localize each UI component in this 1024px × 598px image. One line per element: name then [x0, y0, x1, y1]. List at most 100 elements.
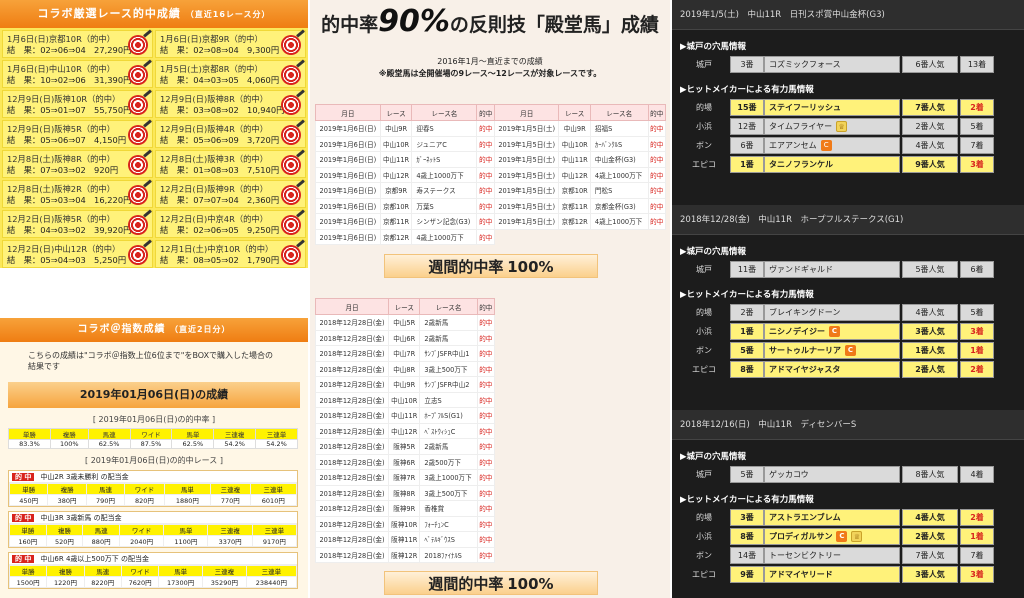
hit-card[interactable]: 12月8日(土)阪神8R（的中）結 果：07⇒03⇒02 920円	[2, 150, 153, 178]
hit-cell: 的中	[476, 345, 496, 362]
payout-header: 単勝	[9, 524, 47, 536]
finish: 5着	[960, 304, 994, 321]
table-header-row: 月日 レース レース名 的中	[315, 104, 495, 121]
payout-header-row: 単勝 複勝 馬連 ワイド 馬単 三連複 三連単	[8, 483, 298, 495]
tipster-label: 的場	[678, 304, 730, 321]
payout-value: 1100円	[163, 535, 209, 547]
race-header[interactable]: 2019年1/5(土) 中山11R 日刊スポ賞中山金杯(G3)	[672, 0, 1024, 30]
table-row: 2019年1月6日(日) 京都10R 万葉S 的中	[315, 197, 495, 214]
race-payout: 的 中中山2R 3歳未勝利 の配当金 単勝 複勝 馬連 ワイド 馬単 三連複 三連単 450円 3…	[8, 470, 298, 507]
date-cell: 2019年1月5日(土)	[493, 166, 560, 183]
race-name-cell: 2歳新馬	[419, 314, 478, 331]
race-header[interactable]: 2018年12/16(日) 中山11R ディセンバーS	[672, 410, 1024, 440]
hit-cell: 的中	[476, 120, 495, 137]
tipster-label: 城戸	[678, 261, 730, 278]
table-header-row: 月日 レース レース名 的中	[493, 104, 667, 121]
ana-title: ▶城戸の穴馬情報	[680, 247, 747, 257]
rate-value: 83.3%	[8, 439, 51, 449]
table-row: 2019年1月5日(土) 中山10R ｶｰﾊﾞﾝｸﾙS 的中	[493, 135, 667, 152]
hit-card[interactable]: 12月9日(日)阪神5R（的中）結 果：05⇒06⇒07 4,150円	[2, 120, 153, 148]
hit-result: 結 果：07⇒03⇒02 920円	[7, 165, 119, 175]
date-cell: 2018年12月28日(金)	[314, 515, 390, 532]
payout-header: 複勝	[45, 524, 84, 536]
date-cell: 2018年12月28日(金)	[314, 314, 390, 331]
tip-row: ボン 5番 サートゥルナーリア C 1番人気 1着	[678, 342, 1018, 359]
horse-number: 1番	[730, 156, 764, 173]
hit-card[interactable]: 12月8日(土)阪神2R（的中）結 果：05⇒03⇒04 16,220円	[2, 180, 153, 208]
hit-cell: 的中	[476, 546, 496, 563]
horse-name-text: サートゥルナーリア	[769, 346, 841, 355]
hit-tag: 的 中	[12, 473, 35, 481]
table-row: 2019年1月6日(日) 京都11R シンザン記念(G3) 的中	[315, 213, 495, 230]
hit-title: 12月8日(土)阪神2R（的中）	[7, 184, 116, 194]
results-table-dec28: 月日 レース レース名 的中 2018年12月28日(金) 中山5R 2歳新馬 的中 2018年…	[314, 298, 496, 563]
hit-card[interactable]: 1月6日(日)中山10R（的中）結 果：10⇒02⇒06 31,390円	[2, 60, 153, 88]
hit-title: 12月9日(日)阪神5R（的中）	[7, 124, 116, 134]
hits-header-sub: （直近16レース分）	[185, 10, 271, 19]
payout-header: 馬連	[82, 524, 120, 536]
table-row: 2018年12月28日(金) 阪神7R 3歳上1000万下 的中	[314, 469, 496, 486]
finish: 2着	[960, 509, 994, 526]
table-header: レース	[558, 104, 591, 121]
horse-name: ゲッカコウ	[764, 466, 900, 483]
race-payout: 的 中中山6R 4歳以上500万下 の配当金 単勝 複勝 馬連 ワイド 馬単 三連複 三連単 1…	[8, 552, 298, 589]
horse-number: 3番	[730, 56, 764, 73]
hit-card[interactable]: 12月1日(土)中京10R（的中）結 果：08⇒05⇒02 1,790円	[155, 240, 306, 268]
rate-value: 62.5%	[171, 439, 215, 449]
finish: 1着	[960, 528, 994, 545]
hit-card[interactable]: 1月6日(日)京都9R（的中）結 果：02⇒08⇒04 9,300円	[155, 30, 306, 58]
crown-icon: ♕	[851, 531, 863, 542]
race-name-cell: ジュニアC	[411, 135, 478, 152]
tip-row: 小浜 12番 タイムフライヤー ♕ 2番人気 5着	[678, 118, 1018, 135]
horse-name-text: ステイフーリッシュ	[769, 103, 841, 112]
hit-result: 結 果：05⇒06⇒07 4,150円	[7, 135, 127, 145]
hit-card[interactable]: 12月9日(日)阪神10R（的中）結 果：05⇒01⇒07 55,750円	[2, 90, 153, 118]
hit-card[interactable]: 12月9日(日)阪神4R（的中）結 果：05⇒06⇒09 3,720円	[155, 120, 306, 148]
hit-card[interactable]: 12月8日(土)阪神3R（的中）結 果：01⇒08⇒03 7,510円	[155, 150, 306, 178]
race-cell: 中山6R	[388, 329, 421, 346]
horse-number: 14番	[730, 547, 764, 564]
index-header: コラボ＠指数成績 （直近2日分）	[0, 318, 308, 342]
table-row: 2018年12月28日(金) 中山11R ﾎｰﾌﾟﾌﾙS(G1) 的中	[314, 407, 496, 424]
rate-header: 単勝	[8, 428, 51, 440]
target-icon	[281, 95, 301, 115]
race-cell: 京都11R	[558, 197, 591, 214]
hit-title: 1月6日(日)京都9R（的中）	[160, 34, 263, 44]
date-cell: 2018年12月28日(金)	[314, 422, 390, 439]
race-cell: 中山10R	[388, 391, 421, 408]
hit-result: 結 果：05⇒06⇒09 3,720円	[160, 135, 280, 145]
target-icon	[128, 125, 148, 145]
hit-card[interactable]: 1月6日(日)京都10R（的中）結 果：02⇒06⇒04 27,290円	[2, 30, 153, 58]
race-cell: 中山11R	[388, 407, 421, 424]
weekly-label: 週間的中率	[428, 258, 504, 276]
hit-cell: 的中	[476, 376, 496, 393]
payout-header: 馬単	[163, 524, 209, 536]
race-cell: 中山10R	[379, 135, 413, 152]
hit-cell: 的中	[476, 531, 496, 548]
race-name: 中山6R 4歳以上500万下 の配当金	[40, 555, 150, 563]
horse-name-text: コズミックフォース	[769, 60, 841, 69]
table-row: 2018年12月28日(金) 中山12R ﾍﾞｽﾄｳｨｼｭC 的中	[314, 422, 496, 439]
hit-title: 12月1日(土)中京10R（的中）	[160, 244, 274, 254]
date-cell: 2019年1月6日(日)	[315, 182, 381, 199]
hit-card[interactable]: 12月2日(日)中山12R（的中）結 果：05⇒04⇒03 5,250円	[2, 240, 153, 268]
target-icon	[281, 155, 301, 175]
rate-table: 単勝 複勝 馬連 ワイド 馬単 三連複 三連単 83.3% 100% 62.5% 87.5% 62.…	[8, 428, 298, 449]
rate-value: 87.5%	[129, 439, 173, 449]
hit-cell: 的中	[647, 120, 667, 137]
table-header: 的中	[476, 104, 495, 121]
race-header[interactable]: 2018年12/28(金) 中山11R ホープフルステークス(G1)	[672, 205, 1024, 235]
race-name-cell: 4歳上1000万下	[589, 213, 649, 230]
hit-card[interactable]: 12月9日(日)阪神8R（的中）結 果：03⇒08⇒02 10,940円	[155, 90, 306, 118]
hit-card[interactable]: 12月2日(日)阪神5R（的中）結 果：04⇒03⇒02 39,920円	[2, 210, 153, 238]
hit-card[interactable]: 12月2日(日)阪神9R（的中）結 果：07⇒07⇒04 2,360円	[155, 180, 306, 208]
table-row: 2018年12月28日(金) 阪神5R 2歳新馬 的中	[314, 438, 496, 455]
target-icon	[128, 65, 148, 85]
target-icon	[128, 95, 148, 115]
payout-header: 複勝	[46, 565, 85, 577]
race-name-cell: 2歳新馬	[419, 329, 478, 346]
horse-name: タイムフライヤー ♕	[764, 118, 900, 135]
horse-name-text: トーセンビクトリー	[769, 551, 841, 560]
hit-card[interactable]: 1月5日(土)京都8R（的中）結 果：04⇒03⇒05 4,060円	[155, 60, 306, 88]
hit-card[interactable]: 12月2日(日)中京4R（的中）結 果：02⇒06⇒05 9,250円	[155, 210, 306, 238]
